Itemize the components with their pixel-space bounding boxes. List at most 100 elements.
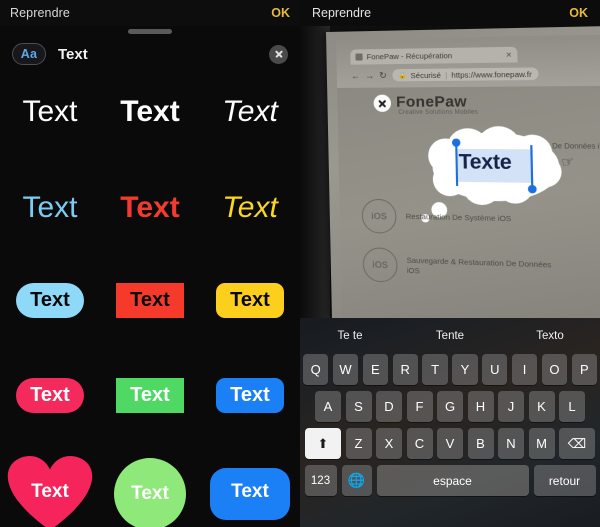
key-u[interactable]: U	[482, 354, 508, 385]
style-option[interactable]: Text	[100, 282, 200, 318]
right-phone-screen: Reprendre OK FonePaw - Récupération ✕ ← …	[300, 0, 600, 527]
style-label: Text	[222, 95, 278, 128]
ios-icon: iOS	[361, 198, 397, 234]
style-option[interactable]: Text	[100, 377, 200, 413]
ios-icon: iOS	[362, 247, 398, 283]
ios-keyboard: Te te Tente Texto Q W E R T Y U I O P A …	[300, 318, 600, 527]
arrow-right-icon[interactable]: →	[365, 70, 374, 80]
key-v[interactable]: V	[437, 428, 463, 459]
style-option[interactable]: Text	[100, 97, 200, 127]
right-ok-button[interactable]: OK	[569, 6, 588, 20]
shift-up-icon[interactable]: ⬆	[305, 428, 341, 459]
key-b[interactable]: B	[467, 428, 494, 459]
style-row-saturated-chips: Text Text Text	[0, 367, 300, 423]
browser-tab[interactable]: FonePaw - Récupération ✕	[350, 46, 518, 65]
key-p[interactable]: P	[571, 354, 597, 385]
style-label: Text	[16, 282, 84, 318]
heart-shape-wrap: Text	[4, 455, 96, 527]
suggestion-item[interactable]: Tente	[400, 330, 500, 342]
key-n[interactable]: N	[498, 428, 524, 459]
key-m[interactable]: M	[528, 428, 555, 459]
browser-url-bar[interactable]: ← → ↻ 🔒 Sécurisé | https://www.fonepaw.f…	[351, 65, 600, 82]
key-q[interactable]: Q	[303, 354, 329, 385]
selection-knob[interactable]	[451, 138, 461, 147]
suggestion-item[interactable]: Te te	[300, 330, 400, 342]
backspace-icon[interactable]: ⌫	[559, 428, 595, 459]
style-option[interactable]: Text	[200, 193, 300, 223]
url-text: https://www.fonepaw.fr	[451, 69, 532, 80]
key-s[interactable]: S	[345, 391, 372, 422]
key-c[interactable]: C	[406, 428, 433, 459]
style-option-circle[interactable]: Text	[100, 455, 200, 527]
style-option[interactable]: Text	[100, 193, 200, 223]
brand-logo: FonePaw	[395, 93, 468, 111]
photo-canvas[interactable]: FonePaw - Récupération ✕ ← → ↻ 🔒 Sécuris…	[300, 26, 600, 318]
style-option[interactable]: Text	[0, 282, 100, 318]
space-key[interactable]: espace	[376, 465, 529, 496]
suggestion-item[interactable]: Texto	[500, 330, 600, 342]
style-option[interactable]: Text	[200, 377, 300, 413]
right-back-button[interactable]: Reprendre	[312, 6, 371, 20]
numbers-key[interactable]: 123	[304, 465, 337, 496]
key-k[interactable]: K	[528, 391, 555, 422]
key-z[interactable]: Z	[345, 428, 372, 459]
style-label: Text	[116, 377, 184, 413]
key-f[interactable]: F	[406, 391, 433, 422]
style-label: Text	[31, 481, 69, 502]
editable-text-value[interactable]: Texte	[458, 151, 511, 175]
key-w[interactable]: W	[332, 354, 359, 385]
feature-item-ios-backup-restore[interactable]: iOS Sauvegarde & Restauration De Données…	[362, 247, 557, 289]
url-separator: |	[445, 70, 448, 80]
style-row-shapes: Text Text Text	[0, 454, 300, 527]
left-phone-screen: Reprendre OK Aa Text Text Text Text Text…	[0, 0, 300, 527]
font-size-button[interactable]: Aa	[12, 43, 46, 65]
close-icon[interactable]	[269, 44, 288, 64]
cloud-part	[528, 155, 562, 188]
captured-screen: FonePaw - Récupération ✕ ← → ↻ 🔒 Sécuris…	[326, 26, 600, 318]
key-y[interactable]: Y	[452, 354, 478, 385]
left-back-button[interactable]: Reprendre	[10, 6, 70, 20]
style-label: Text	[231, 481, 269, 502]
style-option-heart[interactable]: Text	[0, 455, 100, 527]
arrow-left-icon[interactable]: ←	[351, 71, 360, 81]
key-i[interactable]: I	[511, 354, 538, 385]
style-row-colored-text: Text Text Text	[0, 180, 300, 236]
globe-icon[interactable]: 🌐	[341, 465, 372, 496]
style-label: Text	[216, 377, 284, 413]
text-style-grid: Text Text Text Text Text Text Text Text …	[0, 82, 300, 527]
key-j[interactable]: J	[498, 391, 524, 422]
key-g[interactable]: G	[437, 391, 463, 422]
style-option[interactable]: Text	[0, 97, 100, 127]
favicon-icon	[355, 53, 363, 61]
key-e[interactable]: E	[362, 354, 389, 385]
style-option-bubble[interactable]: Text	[200, 455, 300, 527]
key-d[interactable]: D	[376, 391, 402, 422]
style-option[interactable]: Text	[200, 97, 300, 127]
key-r[interactable]: R	[392, 354, 418, 385]
return-key[interactable]: retour	[533, 465, 596, 496]
key-o[interactable]: O	[541, 354, 568, 385]
reload-icon[interactable]: ↻	[379, 70, 387, 81]
brand-tagline: Creative Solutions Mobiles	[398, 109, 479, 116]
key-a[interactable]: A	[315, 391, 341, 422]
close-icon[interactable]: ✕	[506, 51, 513, 59]
key-t[interactable]: T	[422, 354, 448, 385]
key-l[interactable]: L	[559, 391, 585, 422]
toolbar-title: Text	[58, 45, 88, 63]
key-h[interactable]: H	[467, 391, 494, 422]
lock-icon: 🔒	[398, 72, 407, 80]
keyboard-row-1: Q W E R T Y U I O P	[300, 354, 600, 385]
key-x[interactable]: X	[376, 428, 402, 459]
feature-item-ios-system-restore[interactable]: iOS Restauration De Système iOS	[361, 198, 512, 237]
close-icon[interactable]	[373, 94, 392, 112]
style-label: Text	[22, 95, 78, 128]
style-option[interactable]: Text	[0, 377, 100, 413]
feature-label: Restauration De Système iOS	[405, 211, 512, 224]
style-option[interactable]: Text	[200, 282, 300, 318]
selection-knob[interactable]	[527, 184, 537, 194]
url-pill[interactable]: 🔒 Sécurisé | https://www.fonepaw.fr	[391, 67, 539, 82]
style-option[interactable]: Text	[0, 193, 100, 223]
screenshot-root: Reprendre OK Aa Text Text Text Text Text…	[0, 0, 600, 527]
left-ok-button[interactable]: OK	[271, 6, 290, 20]
web-page-content: FonePaw Creative Solutions Mobiles Texte…	[337, 85, 600, 318]
